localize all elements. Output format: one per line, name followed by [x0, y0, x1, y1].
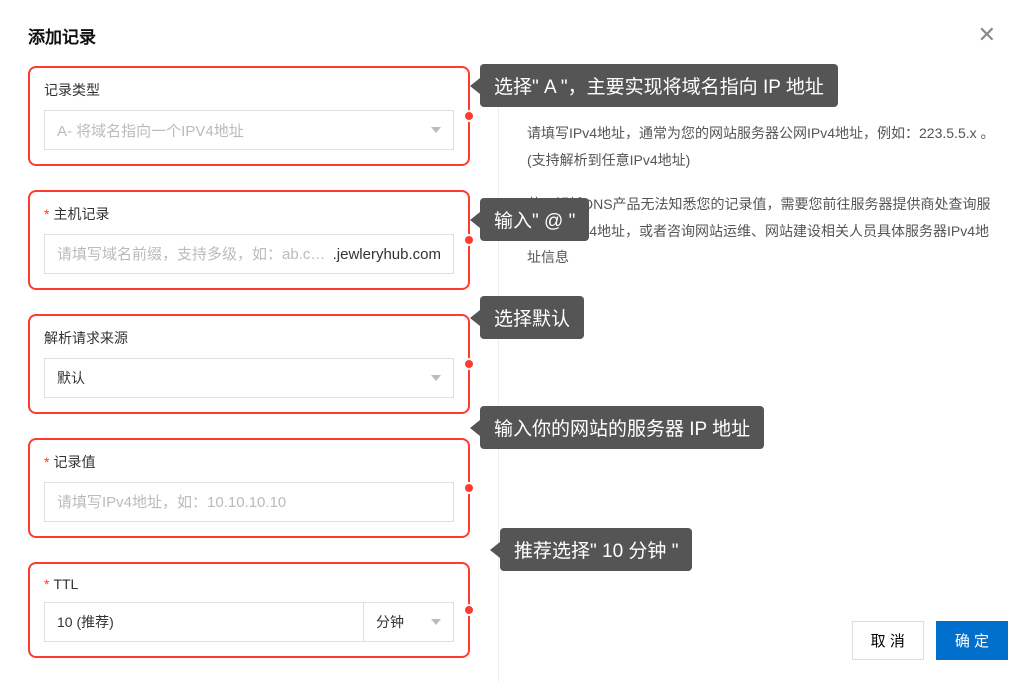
callout-host-record: 输入" @ " — [480, 198, 589, 241]
highlight-dot — [463, 234, 475, 246]
ttl-unit: 分钟 — [376, 612, 404, 632]
right-panel-help1: 请填写IPv4地址，通常为您的网站服务器公网IPv4地址，例如：223.5.5.… — [527, 120, 996, 173]
callout-record-value: 输入你的网站的服务器 IP 地址 — [480, 406, 764, 449]
host-record-label: 主机记录 — [53, 204, 109, 224]
record-type-select[interactable]: A- 将域名指向一个IPV4地址 — [44, 110, 454, 150]
callout-request-source: 选择默认 — [480, 296, 584, 339]
request-source-value: 默认 — [57, 368, 85, 388]
chevron-down-icon — [431, 375, 441, 381]
record-type-label: 记录类型 — [44, 80, 100, 100]
domain-suffix: .jewleryhub.com — [333, 246, 441, 263]
right-panel-help2: 若云解析DNS产品无法知悉您的记录值，需要您前往服务器提供商处查询服务器的IPv… — [527, 191, 996, 271]
field-record-value: * 记录值 — [28, 438, 470, 538]
field-request-source: 解析请求来源 默认 — [28, 314, 470, 414]
record-value-input[interactable] — [57, 494, 441, 511]
highlight-dot — [463, 110, 475, 122]
dialog-title: 添加记录 — [28, 23, 96, 48]
ttl-unit-select[interactable]: 分钟 — [364, 602, 454, 642]
request-source-label: 解析请求来源 — [44, 328, 128, 348]
field-record-type: 记录类型 A- 将域名指向一个IPV4地址 — [28, 66, 470, 166]
host-record-input[interactable] — [57, 246, 333, 263]
required-star: * — [44, 206, 49, 222]
highlight-dot — [463, 358, 475, 370]
highlight-dot — [463, 604, 475, 616]
callout-ttl: 推荐选择" 10 分钟 " — [500, 528, 692, 571]
highlight-dot — [463, 482, 475, 494]
record-type-value: A- 将域名指向一个IPV4地址 — [57, 120, 244, 141]
field-ttl: * TTL 10 (推荐) 分钟 — [28, 562, 470, 658]
cancel-button[interactable]: 取 消 — [852, 621, 924, 660]
request-source-select[interactable]: 默认 — [44, 358, 454, 398]
ttl-value: 10 (推荐) — [57, 612, 114, 632]
required-star: * — [44, 576, 49, 592]
record-value-label: 记录值 — [53, 452, 95, 472]
ttl-value-input[interactable]: 10 (推荐) — [44, 602, 364, 642]
ok-button[interactable]: 确 定 — [936, 621, 1008, 660]
ttl-label: TTL — [53, 576, 78, 592]
chevron-down-icon — [431, 127, 441, 133]
field-host-record: * 主机记录 .jewleryhub.com — [28, 190, 470, 290]
chevron-down-icon — [431, 619, 441, 625]
required-star: * — [44, 454, 49, 470]
callout-record-type: 选择" A "，主要实现将域名指向 IP 地址 — [480, 64, 838, 107]
close-icon[interactable]: ✕ — [978, 22, 996, 48]
